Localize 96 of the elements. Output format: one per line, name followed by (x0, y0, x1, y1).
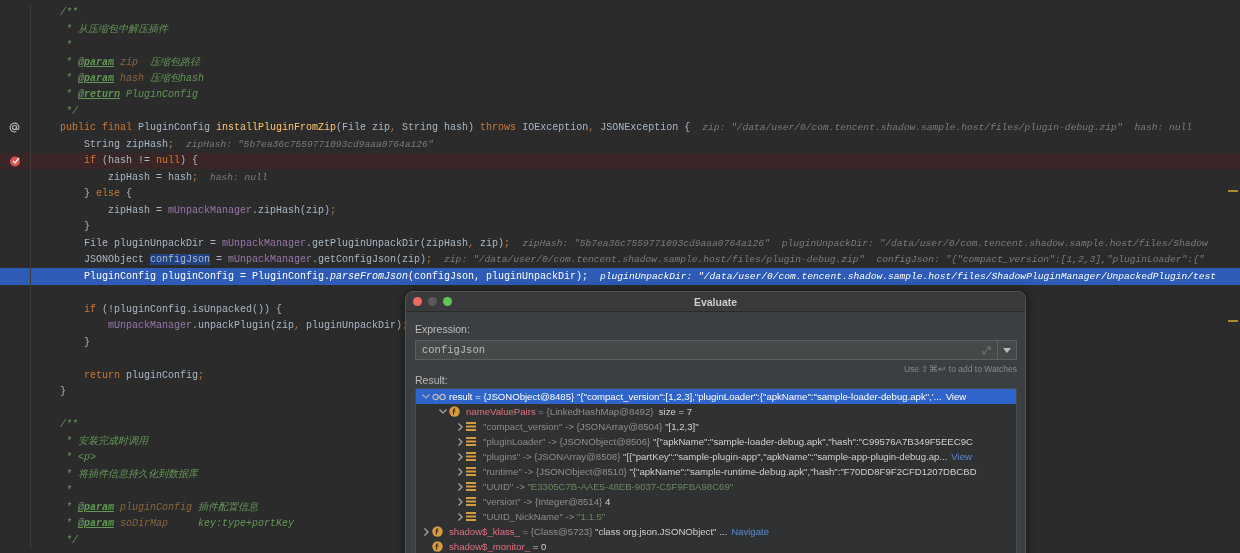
tree-row-text: "pluginLoader" -> {JSONObject@8506} "{"apkName":"sample-loader-debug.apk","hash":"C99576A7B349F5EEC9C (483, 436, 973, 447)
tree-row-text: nameValuePairs = {LinkedHashMap@8492} size = 7 (466, 406, 693, 417)
tree-row-link[interactable]: View (951, 451, 972, 462)
code-line: * (65, 485, 72, 497)
inline-value-hint: pluginUnpackDir: "/data/user/0/com.tencent.shadow.sample.host/files/Shadow (781, 237, 1208, 249)
tree-row[interactable]: shadow$_monitor_ = 0 (416, 539, 1016, 553)
zoom-button[interactable] (443, 297, 452, 306)
caret-icon (1003, 347, 1011, 353)
shortcut-hint: Use ⇧⌘↩ to add to Watches (903, 364, 1017, 374)
scroll-marker (1228, 190, 1238, 192)
tree-row[interactable]: "pluginLoader" -> {JSONObject@8506} "{"apkName":"sample-loader-debug.apk","hash":"C99576A7B349F5EEC9C (416, 434, 1016, 449)
list-icon (466, 497, 476, 506)
code-line: */ (65, 534, 78, 546)
scroll-marker (1228, 320, 1238, 322)
code-line: * @param zip 压缩包路径 (65, 55, 201, 69)
tree-row[interactable]: "compact_version" -> {JSONArray@8504} "[1,2,3]" (416, 419, 1016, 434)
list-icon (466, 437, 476, 446)
tree-row-link[interactable]: Navigate (731, 526, 769, 537)
glasses-icon (432, 392, 446, 401)
code-line: * @param pluginConfig 插件配置信息 (65, 501, 259, 515)
chevron-right-icon[interactable] (457, 497, 463, 506)
chevron-right-icon[interactable] (457, 482, 463, 491)
code-line: PluginConfig pluginConfig = PluginConfig.parseFromJson(configJson, pluginUnpackDir); (83, 270, 589, 282)
tree-row-text: "runtime" -> {JSONObject@8510} "{"apkName":"sample-runtime-debug.apk","hash":"F70DD8F9F2CFD1207DBCBD (483, 466, 977, 477)
code-line: } (83, 221, 90, 233)
list-icon (466, 482, 476, 491)
tree-row-text: result = {JSONObject@8485} "{"compact_version":[1,2,3],"pluginLoader":{"apkName":"sample-loader-debug.apk",'... (449, 391, 942, 402)
code-line: * <p> (65, 452, 96, 464)
tree-row-text: shadow$_monitor_ = 0 (449, 541, 547, 552)
code-line: /** (60, 419, 78, 431)
chevron-right-icon[interactable] (457, 467, 463, 476)
tree-row[interactable]: "UUID" -> "E3305C7B-AAE5-48EB-9037-C5F9FBA98C69" (416, 479, 1016, 494)
inline-value-hint: hash: null (210, 171, 268, 183)
inline-value-hint: zip: "/data/user/0/com.tencent.shadow.sample.host/files/plugin-debug.zip" (444, 254, 865, 266)
tree-row-text: "UUID_NickName" -> "1.1.5" (483, 511, 606, 522)
code-line: } (83, 336, 90, 348)
tree-row-text: "plugins" -> {JSONArray@8508} "[{"partKey":"sample-plugin-app","apkName":"sample-app-plugin-debug.ap... (483, 451, 948, 462)
code-line: if (!pluginConfig.isUnpacked()) { (83, 303, 283, 315)
result-label: Result: (415, 374, 449, 386)
code-line: */ (65, 105, 78, 117)
tree-row-link[interactable]: View (945, 391, 967, 402)
list-icon (466, 467, 476, 476)
field-icon (432, 526, 443, 537)
code-line: public final PluginConfig installPluginFromZip(File zip, String hash) throws IOException, JSONException { (60, 122, 691, 134)
dialog-title: Evaluate (693, 295, 738, 308)
inline-value-hint: pluginUnpackDir: "/data/user/0/com.tencent.shadow.sample.host/files/ShadowPluginManager/UnpackedPlugin/test (600, 270, 1217, 282)
tree-row[interactable]: result = {JSONObject@8485} "{"compact_version":[1,2,3],"pluginLoader":{"apkName":"sample-loader-debug.apk",'... View (416, 389, 1016, 404)
code-line: * 从压缩包中解压插件 (65, 22, 168, 36)
tree-row[interactable]: shadow$_klass_ = {Class@5723} "class org.json.JSONObject" ... Navigate (416, 524, 1016, 539)
code-line: * @param soDirMap key:type+portKey (65, 518, 295, 530)
code-line: * @param hash 压缩包hash (65, 72, 205, 86)
chevron-right-icon[interactable] (457, 437, 463, 446)
code-line: if (hash != null) { (83, 155, 199, 167)
tree-row-text: shadow$_klass_ = {Class@5723} "class org.json.JSONObject" ... (449, 526, 728, 537)
inline-value-hint: zipHash: "5b7ea36c7559771093cd9aaa0764a126" (186, 138, 434, 150)
code-line: zipHash = mUnpackManager.zipHash(zip); (107, 204, 337, 216)
tree-row[interactable]: "UUID_NickName" -> "1.1.5" (416, 509, 1016, 524)
list-icon (466, 452, 476, 461)
code-line: return pluginConfig; (83, 369, 205, 381)
list-icon (466, 422, 476, 431)
field-icon (449, 406, 460, 417)
code-line: File pluginUnpackDir = mUnpackManager.getPluginUnpackDir(zipHash, zip); (83, 237, 511, 249)
close-button[interactable] (413, 297, 422, 306)
breakpoint-icon[interactable] (9, 154, 21, 167)
chevron-right-icon[interactable] (423, 527, 429, 536)
code-line: * (65, 39, 72, 51)
tree-row[interactable]: "plugins" -> {JSONArray@8508} "[{"partKey":"sample-plugin-app","apkName":"sample-app-plugin-debug.ap... View (416, 449, 1016, 464)
field-icon (432, 541, 443, 552)
tree-row-text: "compact_version" -> {JSONArray@8504} "[1,2,3]" (483, 421, 699, 432)
expression-label: Expression: (415, 323, 471, 335)
tree-row[interactable]: "runtime" -> {JSONObject@8510} "{"apkName":"sample-runtime-debug.apk","hash":"F70DD8F9F2CFD1207DBCBD (416, 464, 1016, 479)
tree-row[interactable]: nameValuePairs = {LinkedHashMap@8492} size = 7 (416, 404, 1016, 419)
code-line: } (60, 386, 66, 398)
code-line: * 将插件信息持久化到数据库 (65, 467, 198, 482)
code-line: zipHash = hash; (107, 171, 199, 183)
chevron-right-icon[interactable] (457, 512, 463, 521)
history-dropdown-button[interactable] (998, 340, 1017, 360)
code-line: * 安装完成时调用 (65, 434, 148, 449)
list-icon (466, 512, 476, 521)
tree-row-text: "version" -> {Integer@8514} 4 (483, 496, 611, 507)
expression-field[interactable]: configJson (415, 340, 998, 360)
inline-value-hint: configJson: "{"compact_version":[1,2,3],"pluginLoader":{" (876, 254, 1205, 266)
code-line: String zipHash; (83, 138, 175, 150)
chevron-down-icon[interactable] (439, 409, 447, 414)
chevron-right-icon[interactable] (457, 422, 463, 431)
code-line: /** (60, 6, 78, 18)
at-sign-icon[interactable] (9, 122, 20, 134)
tree-row[interactable]: "version" -> {Integer@8514} 4 (416, 494, 1016, 509)
code-line: * @return PluginConfig (65, 89, 199, 101)
code-line: JSONObject configJson = mUnpackManager.getConfigJson(zip); (83, 254, 433, 266)
code-line: } else { (83, 188, 133, 200)
inline-value-hint: zipHash: "5b7ea36c7559771093cd9aaa0764a126" (522, 237, 770, 249)
chevron-right-icon[interactable] (457, 452, 463, 461)
inline-value-hint: zip: "/data/user/0/com.tencent.shadow.sample.host/files/plugin-debug.zip" (702, 122, 1123, 134)
inline-value-hint: hash: null (1134, 122, 1193, 134)
tree-row-text: "UUID" -> "E3305C7B-AAE5-48EB-9037-C5F9FBA98C69" (483, 481, 734, 492)
